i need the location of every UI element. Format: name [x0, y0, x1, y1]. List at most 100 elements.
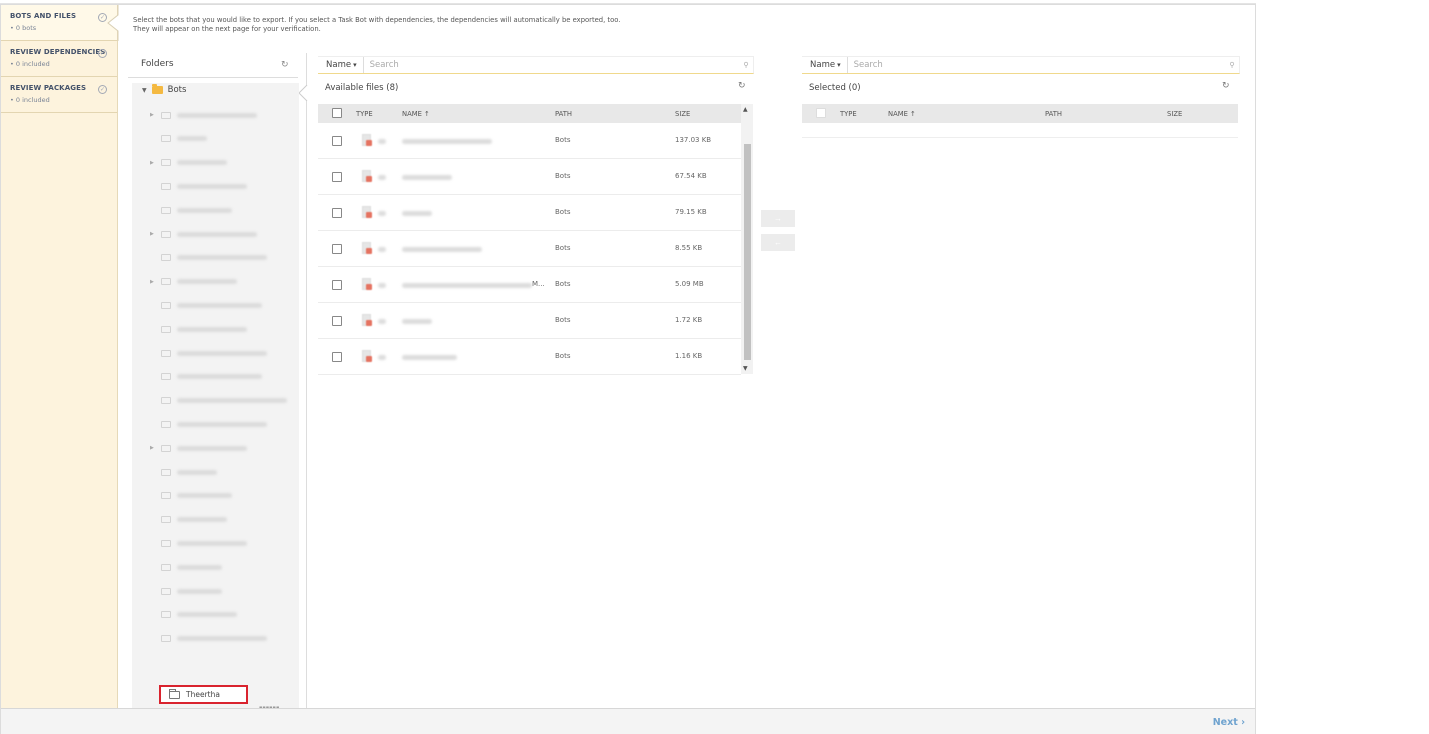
bot-file-icon — [362, 206, 372, 218]
tree-item[interactable] — [150, 538, 247, 548]
selected-files-table: TYPE NAME ↑ PATH SIZE — [802, 104, 1238, 138]
scroll-down-icon[interactable]: ▼ — [743, 365, 748, 372]
tree-item[interactable]: ▶ — [150, 110, 257, 120]
search-field-select[interactable]: Name ▾ — [802, 57, 848, 73]
tree-item[interactable] — [150, 324, 247, 334]
folder-icon — [161, 301, 171, 309]
selected-search-input[interactable] — [847, 57, 1225, 73]
column-type[interactable]: TYPE — [840, 110, 857, 118]
select-all-checkbox[interactable] — [332, 108, 342, 118]
row-checkbox[interactable] — [332, 352, 342, 362]
tree-item[interactable]: ▶ — [150, 443, 247, 453]
folder-icon — [161, 539, 171, 547]
chevron-right-icon[interactable]: ▶ — [150, 231, 155, 237]
table-row[interactable]: Bots 1.72 KB — [318, 303, 741, 339]
tree-item[interactable] — [150, 491, 232, 501]
tree-item[interactable] — [150, 467, 217, 477]
column-name[interactable]: NAME ↑ — [402, 110, 430, 118]
tree-item[interactable]: ▶ — [150, 229, 257, 239]
tree-item-label — [177, 564, 222, 570]
tree-item-label — [177, 183, 247, 189]
folders-panel: Folders ↻ ▼ Bots ▶▶▶▶▶▶ Theertha — [128, 53, 308, 708]
folder-icon — [161, 468, 171, 476]
table-row[interactable]: Bots 1.16 KB — [318, 339, 741, 375]
select-all-checkbox[interactable] — [816, 108, 826, 118]
refresh-icon[interactable]: ↻ — [1222, 81, 1230, 91]
column-name[interactable]: NAME ↑ — [888, 110, 916, 118]
table-row[interactable]: Bots 137.03 KB — [318, 123, 741, 159]
tree-item[interactable] — [150, 134, 207, 144]
tree-item-theertha[interactable]: Theertha — [159, 685, 248, 704]
search-icon[interactable]: ⚲ — [1225, 61, 1239, 69]
scroll-thumb[interactable] — [744, 144, 751, 360]
table-row[interactable]: Bots 8.55 KB — [318, 231, 741, 267]
table-row[interactable]: Bots 79.15 KB — [318, 195, 741, 231]
search-field-select[interactable]: Name ▾ — [318, 57, 364, 73]
column-path[interactable]: PATH — [1045, 110, 1062, 118]
tree-item[interactable]: ▶ — [150, 277, 237, 287]
row-checkbox[interactable] — [332, 208, 342, 218]
tree-item[interactable] — [150, 205, 232, 215]
tree-item[interactable] — [150, 419, 267, 429]
available-search-bar: Name ▾ ⚲ — [318, 56, 754, 74]
row-checkbox[interactable] — [332, 136, 342, 146]
tree-item[interactable] — [150, 586, 222, 596]
search-icon[interactable]: ⚲ — [739, 61, 753, 69]
row-checkbox[interactable] — [332, 316, 342, 326]
file-path: Bots — [555, 280, 571, 288]
chevron-down-icon[interactable]: ▼ — [142, 87, 147, 94]
scroll-up-icon[interactable]: ▲ — [743, 106, 748, 113]
add-to-selected-button[interactable]: → — [761, 210, 795, 227]
remove-from-selected-button[interactable]: ← — [761, 234, 795, 251]
chevron-right-icon[interactable]: ▶ — [150, 160, 155, 166]
column-type[interactable]: TYPE — [356, 110, 373, 118]
selected-files-title: Selected (0) — [809, 83, 861, 93]
row-checkbox[interactable] — [332, 280, 342, 290]
tree-item[interactable] — [150, 348, 267, 358]
refresh-icon[interactable]: ↻ — [281, 60, 289, 70]
footer: Next › — [1, 708, 1255, 734]
chevron-right-icon[interactable]: ▶ — [150, 279, 155, 285]
tree-item-label — [177, 421, 267, 427]
chevron-right-icon[interactable]: ▶ — [150, 445, 155, 451]
step-review-dependencies[interactable]: REVIEW DEPENDENCIES • 0 included ✓ — [1, 41, 117, 77]
tree-item[interactable] — [150, 562, 222, 572]
tree-item-label — [177, 255, 267, 261]
step-bots-and-files[interactable]: BOTS AND FILES • 0 bots ✓ — [1, 5, 117, 41]
column-size[interactable]: SIZE — [675, 110, 690, 118]
tree-root-bots[interactable]: ▼ Bots — [142, 84, 186, 95]
folders-title: Folders — [141, 59, 174, 69]
refresh-icon[interactable]: ↻ — [738, 81, 746, 91]
table-row[interactable]: M... Bots 5.09 MB — [318, 267, 741, 303]
tree-item-label — [177, 540, 247, 546]
column-size[interactable]: SIZE — [1167, 110, 1182, 118]
tree-item[interactable] — [150, 634, 267, 644]
folder-icon — [161, 159, 171, 167]
chevron-right-icon[interactable]: ▶ — [150, 112, 155, 118]
tree-item[interactable]: ▶ — [150, 158, 227, 168]
column-path[interactable]: PATH — [555, 110, 572, 118]
tree-item[interactable] — [150, 181, 247, 191]
tree-item[interactable] — [150, 372, 262, 382]
tree-item[interactable] — [150, 253, 267, 263]
active-step-pointer — [107, 5, 119, 41]
available-search-input[interactable] — [363, 57, 739, 73]
row-checkbox[interactable] — [332, 244, 342, 254]
tree-item[interactable] — [150, 515, 227, 525]
bot-file-icon — [362, 350, 372, 362]
instructions-line-1: Select the bots that you would like to e… — [133, 16, 621, 24]
tree-item[interactable] — [150, 610, 237, 620]
tree-item[interactable] — [150, 300, 262, 310]
file-path: Bots — [555, 352, 571, 360]
next-button[interactable]: Next › — [1213, 717, 1245, 728]
search-field-label: Name — [810, 60, 836, 70]
tree-item-label — [177, 588, 222, 594]
scrollbar[interactable]: ▲ ▼ — [741, 104, 753, 374]
file-path: Bots — [555, 136, 571, 144]
row-checkbox[interactable] — [332, 172, 342, 182]
tree-item-label — [177, 207, 232, 213]
table-row[interactable]: Bots 67.54 KB — [318, 159, 741, 195]
step-review-packages[interactable]: REVIEW PACKAGES • 0 included ✓ — [1, 77, 117, 113]
tree-item[interactable] — [150, 396, 287, 406]
folder-icon — [169, 688, 180, 699]
